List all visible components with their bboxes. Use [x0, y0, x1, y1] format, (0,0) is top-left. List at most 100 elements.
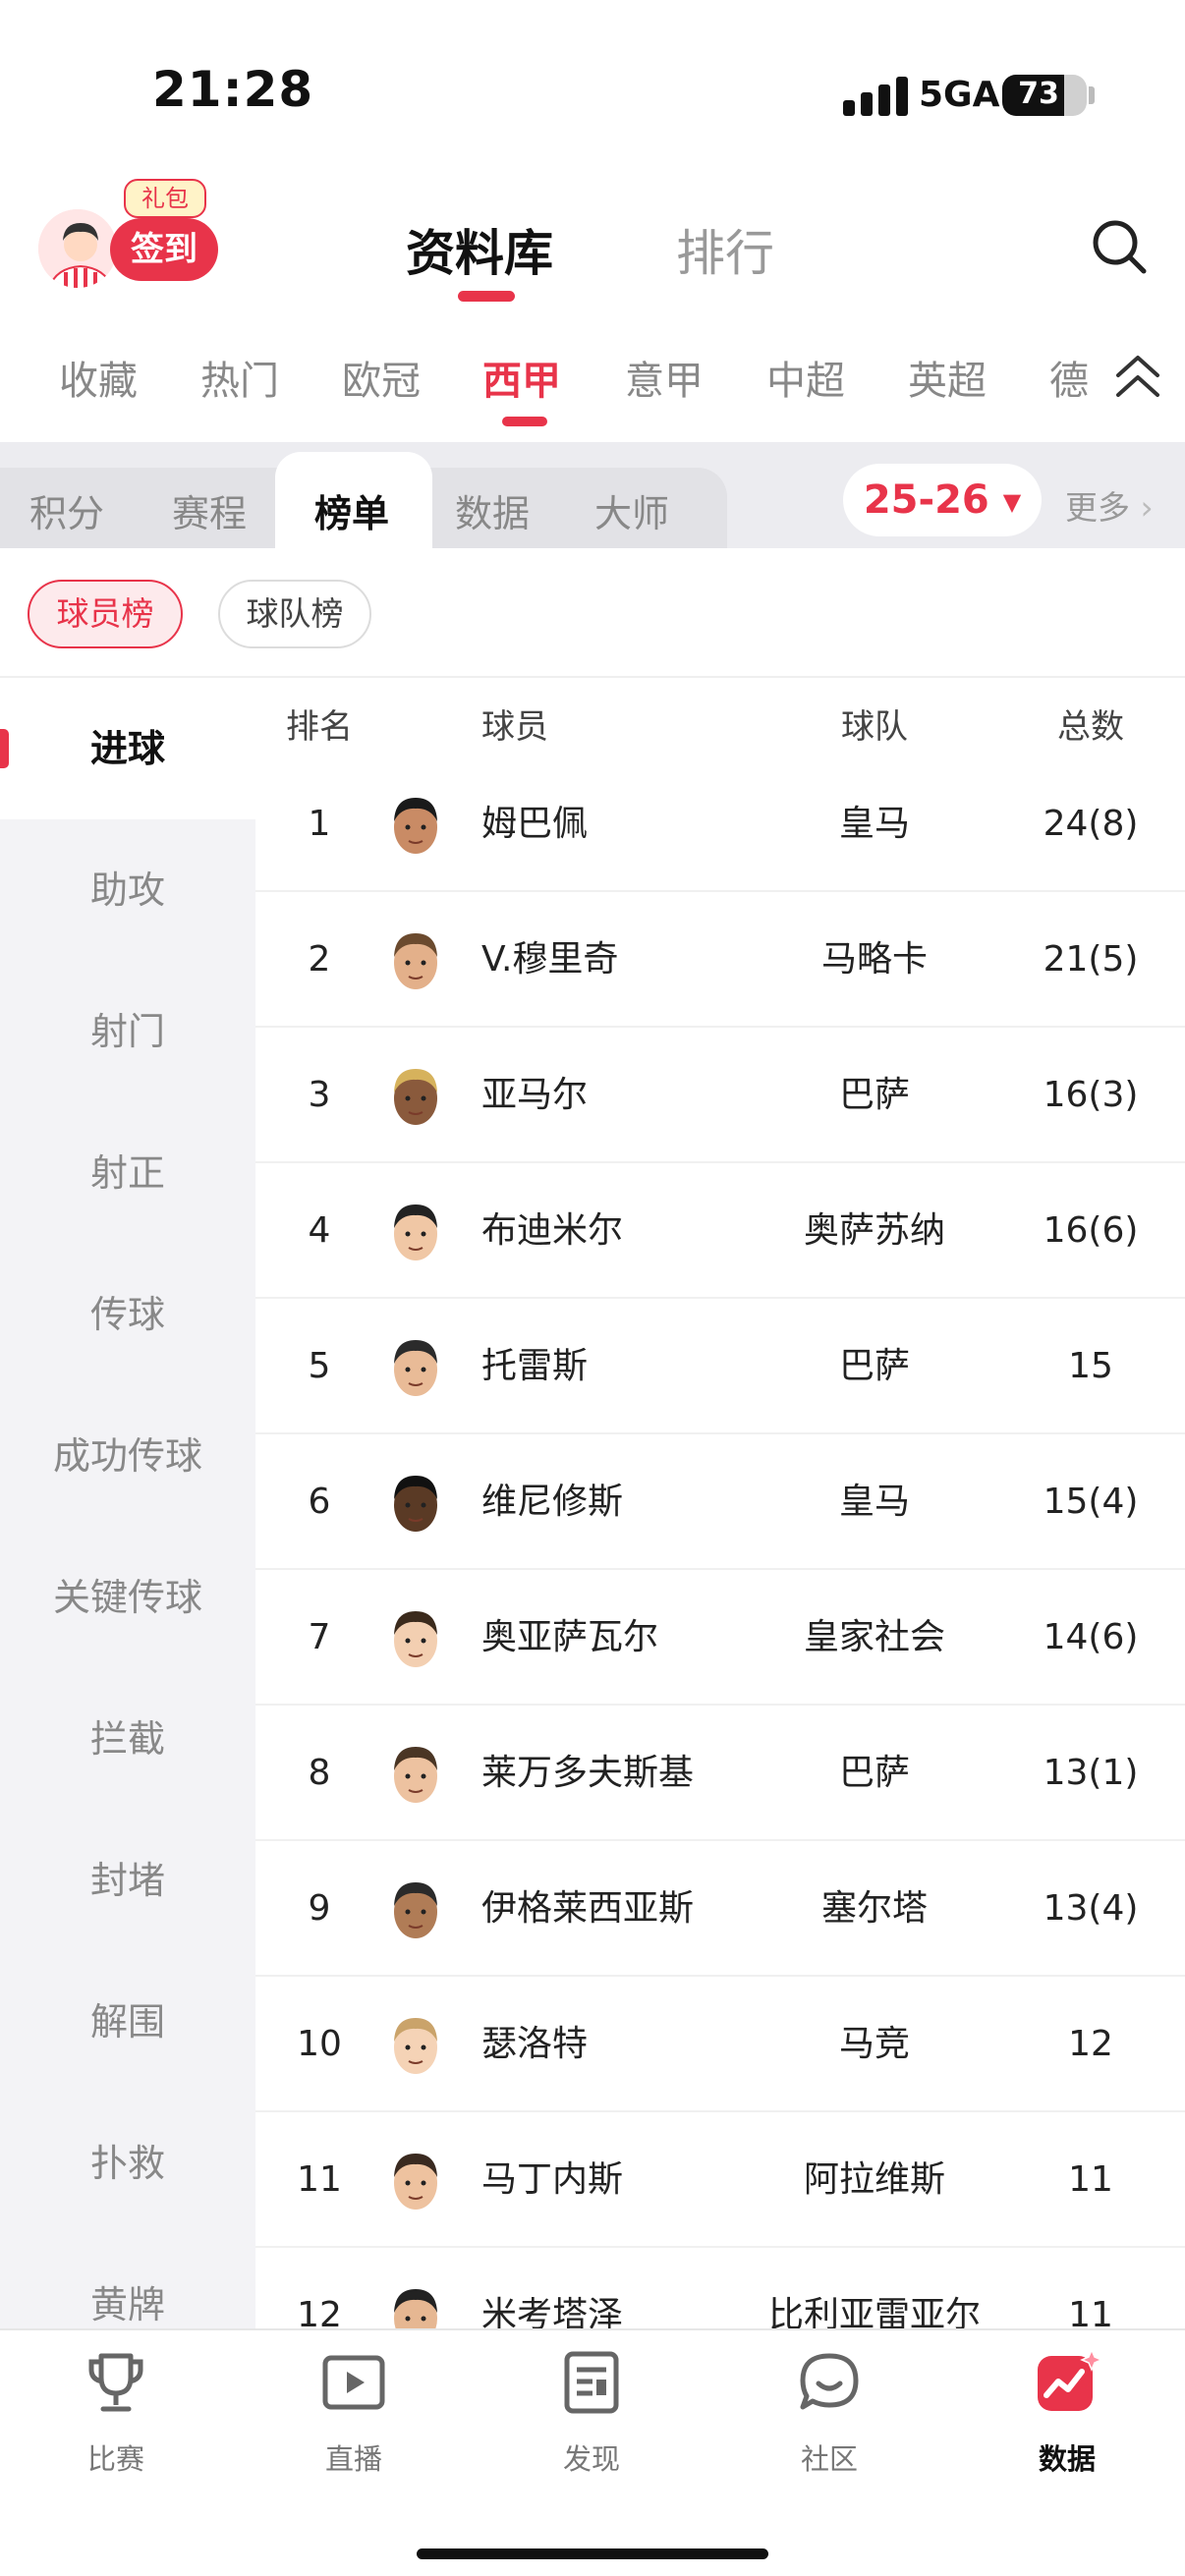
- table-row[interactable]: 5 托雷斯 巴萨 15: [255, 1299, 1185, 1434]
- caret-down-icon: ▼: [1002, 488, 1022, 516]
- document-icon: [564, 2351, 619, 2414]
- total-cell: 16(6): [1043, 1210, 1139, 1251]
- category-label: 黄牌: [89, 2283, 165, 2326]
- category-label: 助攻: [89, 868, 165, 912]
- total-cell: 11: [1068, 2295, 1113, 2328]
- category-sidebar: 进球 助攻 射门 射正 传球 成功传球 关键传球 拦截 封堵 解围 扑救 黄牌: [0, 678, 255, 2328]
- category-label: 封堵: [89, 1859, 165, 1902]
- player-name-cell: 伊格莱西亚斯: [481, 1888, 695, 1929]
- player-name-cell: 维尼修斯: [481, 1482, 624, 1522]
- category-successful-passes[interactable]: 成功传球: [0, 1385, 255, 1527]
- more-link[interactable]: 更多 ›: [1065, 481, 1154, 529]
- player-name-cell: 布迪米尔: [481, 1210, 624, 1251]
- table-row[interactable]: 7 奥亚萨瓦尔 皇家社会 14(6): [255, 1570, 1185, 1706]
- category-shots-on-target[interactable]: 射正: [0, 1102, 255, 1244]
- tab-rankings[interactable]: 排行: [676, 214, 774, 285]
- category-key-passes[interactable]: 关键传球: [0, 1527, 255, 1668]
- nav-community[interactable]: 社区: [761, 2330, 898, 2527]
- rank-cell: 11: [297, 2159, 342, 2200]
- table-row[interactable]: 1 姆巴佩 皇马 24(8): [255, 756, 1185, 892]
- category-label: 解围: [89, 2000, 165, 2044]
- player-avatar: [394, 1747, 437, 1803]
- player-avatar: [394, 1204, 437, 1260]
- sub-tab-standings[interactable]: 积分: [29, 483, 104, 537]
- category-saves[interactable]: 扑救: [0, 2093, 255, 2234]
- clock: 21:28: [152, 61, 314, 118]
- avatar[interactable]: [35, 206, 120, 291]
- sub-tab-stats[interactable]: 数据: [455, 483, 530, 537]
- table-row[interactable]: 9 伊格莱西亚斯 塞尔塔 13(4): [255, 1841, 1185, 1977]
- league-tab-laliga[interactable]: 西甲: [482, 349, 561, 406]
- league-tab-hot[interactable]: 热门: [200, 349, 279, 406]
- league-tab-epl[interactable]: 英超: [908, 349, 987, 406]
- nav-live[interactable]: 直播: [285, 2330, 423, 2527]
- battery-level: 73: [1018, 77, 1059, 111]
- player-avatar: [394, 933, 437, 989]
- tab-database[interactable]: 资料库: [406, 214, 553, 285]
- rank-cell: 1: [308, 804, 331, 844]
- player-avatar: [394, 2154, 437, 2210]
- category-shots[interactable]: 射门: [0, 961, 255, 1102]
- table-row[interactable]: 11 马丁内斯 阿拉维斯 11: [255, 2112, 1185, 2248]
- season-selector[interactable]: 25-26 ▼: [843, 464, 1042, 536]
- trophy-icon: [88, 2353, 143, 2412]
- table-row[interactable]: 2 V.穆里奇 马略卡 21(5): [255, 892, 1185, 1028]
- table-row[interactable]: 6 维尼修斯 皇马 15(4): [255, 1434, 1185, 1570]
- total-cell: 15(4): [1043, 1482, 1139, 1522]
- table-row[interactable]: 4 布迪米尔 奥萨苏纳 16(6): [255, 1163, 1185, 1299]
- rank-cell: 3: [308, 1075, 331, 1115]
- league-active-indicator: [502, 417, 547, 426]
- nav-data[interactable]: 数据: [998, 2330, 1136, 2527]
- table-row[interactable]: 3 亚马尔 巴萨 16(3): [255, 1028, 1185, 1163]
- sub-tab-masters[interactable]: 大师: [594, 483, 669, 537]
- rank-cell: 4: [308, 1210, 331, 1251]
- category-clearances[interactable]: 解围: [0, 1951, 255, 2093]
- chevron-right-icon: ›: [1140, 488, 1154, 527]
- player-avatar: [394, 1340, 437, 1396]
- checkin-button[interactable]: 签到: [110, 218, 218, 281]
- sub-tab-schedule[interactable]: 赛程: [172, 483, 247, 537]
- team-cell: 皇家社会: [803, 1617, 945, 1657]
- total-cell: 12: [1068, 2024, 1113, 2064]
- nav-discover[interactable]: 发现: [523, 2330, 660, 2527]
- category-passes[interactable]: 传球: [0, 1244, 255, 1385]
- rank-cell: 7: [308, 1617, 331, 1657]
- sub-tab-leaderboard[interactable]: 榜单: [314, 483, 389, 537]
- league-tab-csl[interactable]: 中超: [766, 349, 845, 406]
- league-tab-ucl[interactable]: 欧冠: [342, 349, 421, 406]
- category-label: 射正: [89, 1151, 165, 1195]
- table-row[interactable]: 12 米考塔泽 比利亚雷亚尔 11: [255, 2248, 1185, 2328]
- league-tab-seriea[interactable]: 意甲: [625, 349, 704, 406]
- category-blocks[interactable]: 封堵: [0, 1810, 255, 1951]
- total-cell: 13(1): [1043, 1753, 1139, 1793]
- team-rank-pill[interactable]: 球队榜: [218, 580, 371, 648]
- category-assists[interactable]: 助攻: [0, 819, 255, 961]
- search-icon[interactable]: [1089, 216, 1150, 277]
- column-header-rank: 排名: [286, 707, 353, 747]
- league-tab-favorites[interactable]: 收藏: [59, 349, 138, 406]
- table-row[interactable]: 8 莱万多夫斯基 巴萨 13(1): [255, 1706, 1185, 1841]
- home-indicator: [417, 2548, 768, 2559]
- bottom-nav: 比赛 直播 发现 社区 数据: [0, 2328, 1185, 2576]
- league-tab-bundesliga[interactable]: 德: [1049, 349, 1089, 406]
- table-row[interactable]: 10 瑟洛特 马竞 12: [255, 1977, 1185, 2112]
- data-chart-icon: [1038, 2348, 1101, 2411]
- nav-label: 比赛: [86, 2442, 144, 2476]
- team-cell: 比利亚雷亚尔: [767, 2295, 981, 2328]
- player-name-cell: 奥亚萨瓦尔: [481, 1617, 659, 1657]
- player-rank-pill[interactable]: 球员榜: [28, 580, 183, 648]
- total-cell: 13(4): [1043, 1888, 1139, 1929]
- gift-badge[interactable]: 礼包: [124, 179, 206, 218]
- nav-label: 直播: [324, 2442, 382, 2476]
- category-interceptions[interactable]: 拦截: [0, 1668, 255, 1810]
- column-header-team: 球队: [841, 707, 908, 747]
- play-icon: [322, 2355, 385, 2410]
- nav-label: 发现: [562, 2442, 620, 2476]
- team-cell: 奥萨苏纳: [803, 1210, 945, 1251]
- leaderboard-table: 排名 球员 球队 总数 1 姆巴佩 皇马 24(8) 2 V.穆里奇 马略卡 21(5) 3 亚马…: [255, 678, 1185, 2328]
- category-goals[interactable]: 进球: [0, 678, 255, 819]
- collapse-chevron-icon[interactable]: [1110, 352, 1165, 407]
- total-cell: 11: [1068, 2159, 1113, 2200]
- nav-matches[interactable]: 比赛: [47, 2330, 185, 2527]
- category-yellow-cards[interactable]: 黄牌: [0, 2234, 255, 2328]
